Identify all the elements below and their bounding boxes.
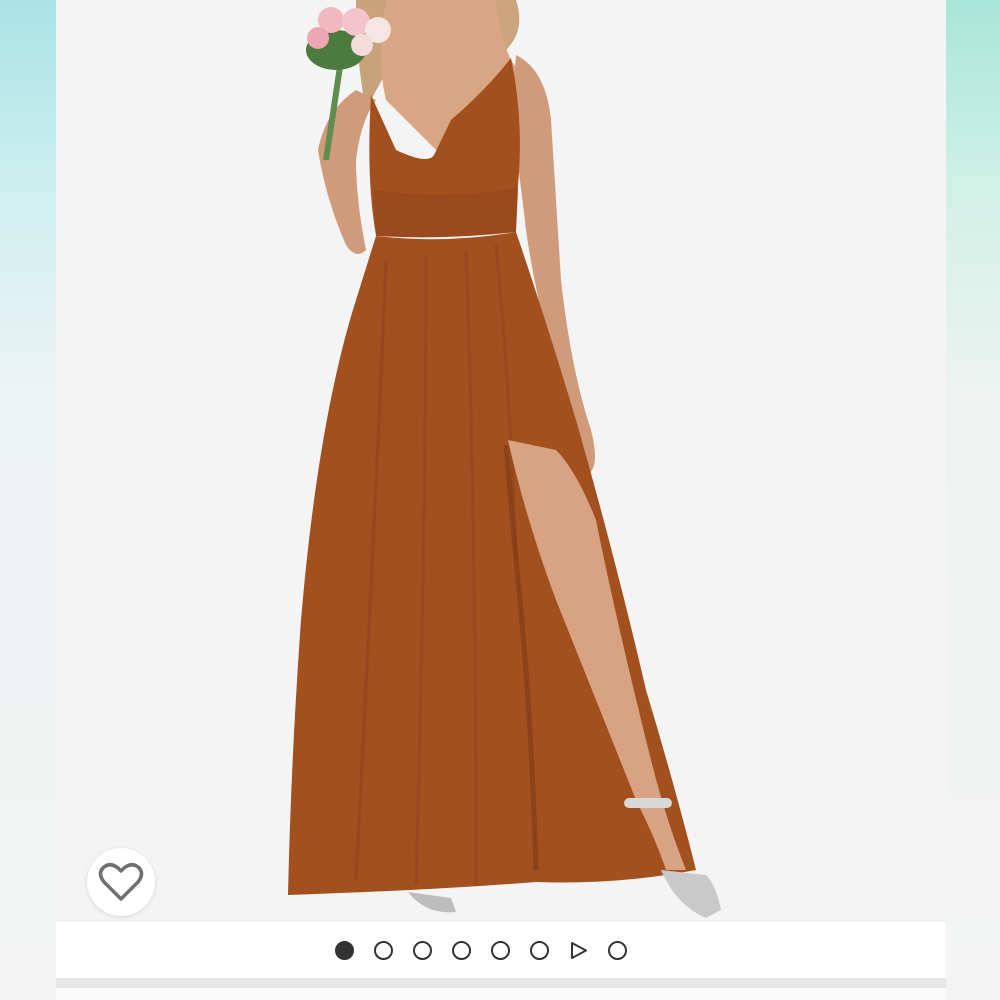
sandal-right	[661, 870, 721, 918]
carousel-dot-1[interactable]	[335, 940, 354, 960]
favorite-button[interactable]	[87, 848, 155, 916]
section-divider	[56, 978, 946, 988]
carousel-dot-3[interactable]	[413, 940, 432, 960]
carousel-video-dot[interactable]	[569, 941, 588, 960]
dress-illustration	[288, 0, 721, 918]
product-media-card	[56, 0, 946, 1000]
background-edge-right	[946, 0, 1000, 1000]
carousel-dot-4[interactable]	[452, 940, 471, 960]
background-edge-left	[0, 0, 56, 1000]
carousel-dot-8[interactable]	[608, 940, 627, 960]
carousel-dot-6[interactable]	[530, 940, 549, 960]
sandal-strap	[624, 798, 672, 808]
carousel-dots	[335, 940, 627, 960]
play-icon	[571, 941, 587, 959]
sandal-left	[408, 892, 456, 913]
carousel-dot-5[interactable]	[491, 940, 510, 960]
carousel-dot-2[interactable]	[374, 940, 393, 960]
product-image[interactable]	[56, 0, 946, 922]
carousel-pager	[56, 922, 946, 978]
heart-outline-icon	[98, 863, 144, 901]
next-section-edge	[56, 988, 946, 1000]
left-arm	[318, 90, 376, 254]
dress-waistband	[374, 188, 518, 238]
